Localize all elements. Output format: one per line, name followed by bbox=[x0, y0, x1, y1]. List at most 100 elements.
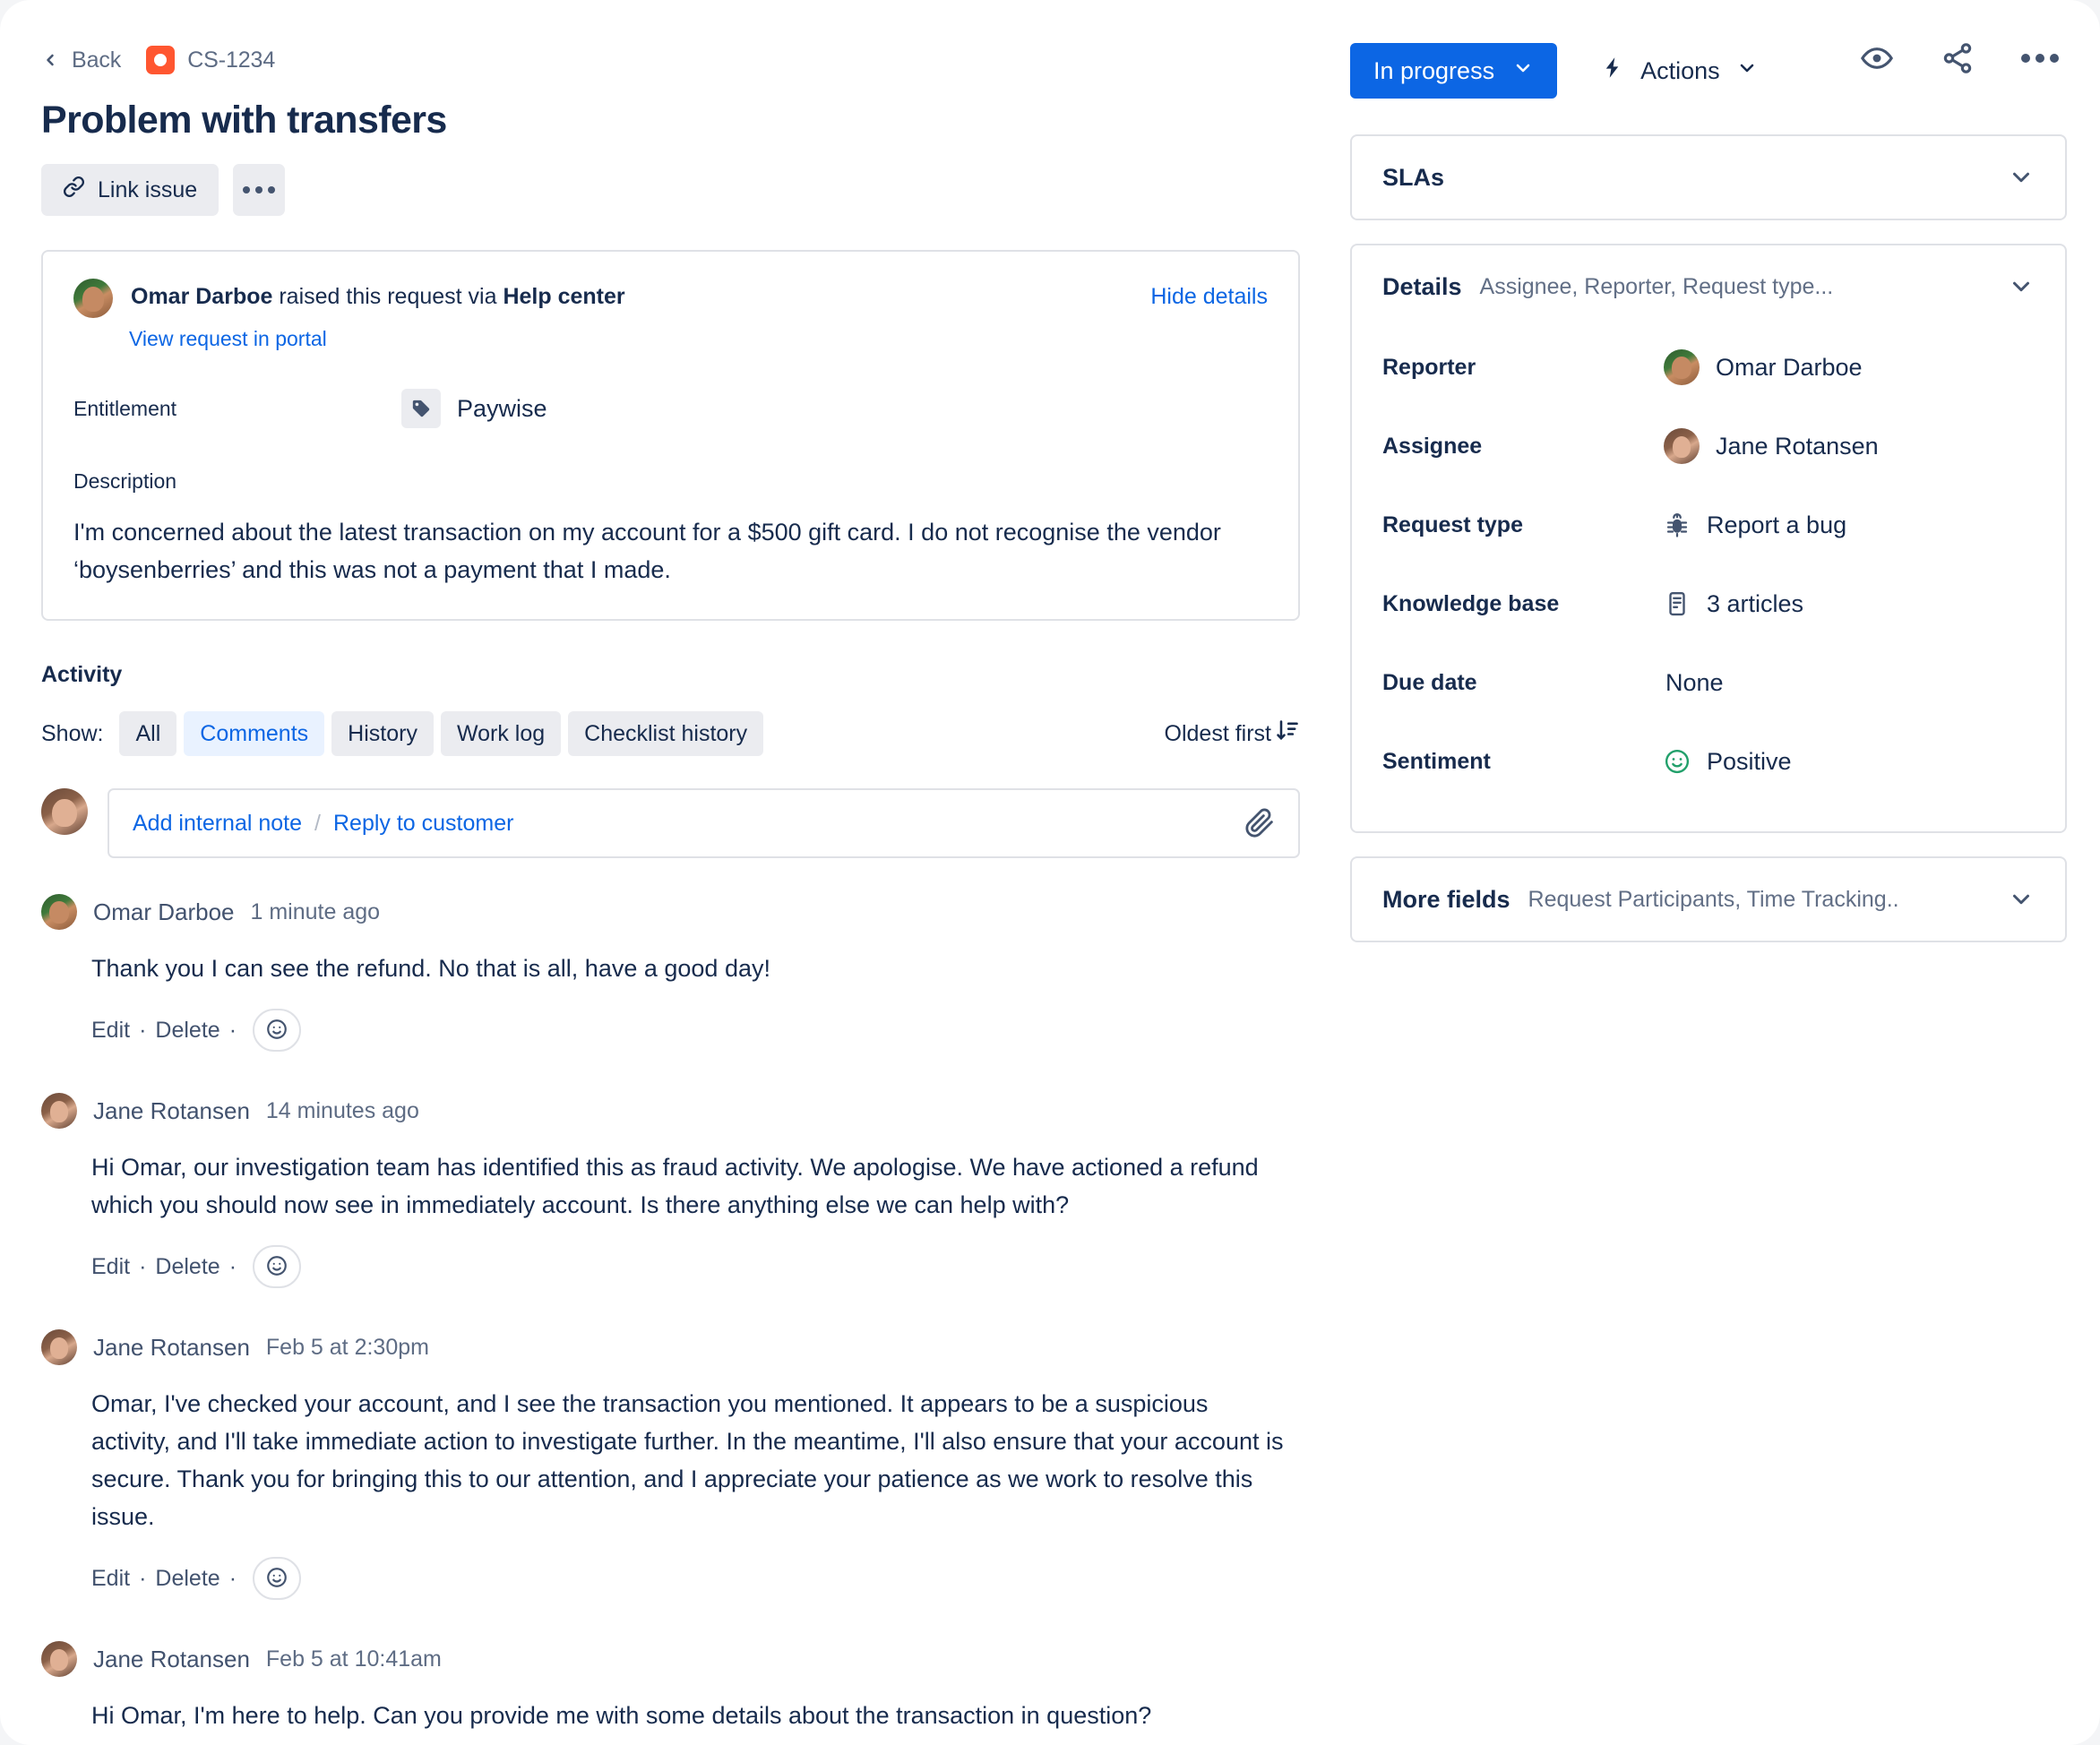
article-icon bbox=[1664, 590, 1691, 617]
chevron-down-icon[interactable] bbox=[2008, 164, 2035, 191]
comment-timestamp: Feb 5 at 2:30pm bbox=[265, 1334, 429, 1360]
knowledge-base-value-group[interactable]: 3 articles bbox=[1664, 590, 1803, 618]
bug-icon bbox=[1664, 511, 1691, 538]
page-title: Problem with transfers bbox=[41, 99, 447, 142]
more-fields-panel-header[interactable]: More fields Request Participants, Time T… bbox=[1352, 858, 2065, 941]
filter-comments[interactable]: Comments bbox=[184, 711, 325, 757]
comment-timestamp: 1 minute ago bbox=[250, 898, 381, 924]
details-panel-header[interactable]: Details Assignee, Reporter, Request type… bbox=[1352, 245, 2065, 328]
sort-order-label: Oldest first bbox=[1164, 720, 1271, 746]
filter-all[interactable]: All bbox=[119, 711, 177, 757]
add-reaction-button[interactable] bbox=[253, 1245, 302, 1289]
details-subtitle: Assignee, Reporter, Request type... bbox=[1479, 273, 1834, 299]
comment-composer-box[interactable]: Add internal note / Reply to customer bbox=[108, 788, 1300, 859]
paperclip-icon[interactable] bbox=[1244, 808, 1275, 838]
issue-toolbar-icons bbox=[1860, 41, 2059, 75]
assignee-value-group[interactable]: Jane Rotansen bbox=[1664, 428, 1879, 464]
edit-comment-link[interactable]: Edit bbox=[91, 1018, 130, 1044]
chevron-down-icon bbox=[1512, 57, 1534, 85]
more-fields-title: More fields bbox=[1382, 885, 1510, 913]
sort-order-button[interactable]: Oldest first bbox=[1165, 718, 1300, 750]
details-panel: Details Assignee, Reporter, Request type… bbox=[1350, 244, 2067, 833]
list-item: Jane Rotansen 14 minutes ago Hi Omar, ou… bbox=[41, 1093, 1300, 1289]
status-button[interactable]: In progress bbox=[1350, 43, 1558, 99]
description-label: Description bbox=[73, 469, 177, 494]
slas-panel: SLAs bbox=[1350, 134, 2067, 220]
sentiment-value: Positive bbox=[1707, 747, 1792, 775]
actions-button[interactable]: Actions bbox=[1588, 43, 1770, 99]
link-issue-button[interactable]: Link issue bbox=[41, 164, 219, 217]
request-type-value-group[interactable]: Report a bug bbox=[1664, 511, 1846, 539]
comment-actions: Edit · Delete · bbox=[91, 1557, 1300, 1601]
reporter-value-group[interactable]: Omar Darboe bbox=[1664, 349, 1863, 385]
add-internal-note-link[interactable]: Add internal note bbox=[133, 811, 302, 837]
chevron-down-icon[interactable] bbox=[2008, 886, 2035, 913]
action-separator: · bbox=[228, 1017, 237, 1043]
details-title: Details bbox=[1382, 272, 1462, 300]
delete-comment-link[interactable]: Delete bbox=[155, 1018, 219, 1044]
chevron-left-icon[interactable] bbox=[41, 51, 59, 69]
share-icon[interactable] bbox=[1941, 41, 1975, 75]
edit-comment-link[interactable]: Edit bbox=[91, 1566, 130, 1592]
avatar bbox=[41, 894, 77, 931]
smiley-icon bbox=[265, 1254, 288, 1280]
comment-timestamp: 14 minutes ago bbox=[265, 1097, 419, 1123]
activity-filter-bar: Show: All Comments History Work log Chec… bbox=[41, 711, 1300, 757]
entitlement-value: Paywise bbox=[457, 394, 547, 422]
back-link[interactable]: Back bbox=[72, 47, 121, 73]
action-separator: · bbox=[139, 1017, 147, 1043]
avatar bbox=[1664, 349, 1700, 385]
action-separator: · bbox=[228, 1565, 237, 1591]
due-date-label: Due date bbox=[1382, 669, 1477, 695]
add-reaction-button[interactable] bbox=[253, 1009, 302, 1053]
list-item: Jane Rotansen Feb 5 at 10:41am Hi Omar, … bbox=[41, 1641, 1300, 1734]
list-item: Omar Darboe 1 minute ago Thank you I can… bbox=[41, 894, 1300, 1053]
comment-composer: Add internal note / Reply to customer bbox=[41, 788, 1300, 859]
avatar bbox=[41, 788, 88, 836]
filter-checklist-history[interactable]: Checklist history bbox=[568, 711, 764, 757]
more-fields-subtitle: Request Participants, Time Tracking.. bbox=[1528, 886, 1899, 912]
chevron-down-icon[interactable] bbox=[2008, 273, 2035, 300]
smiley-icon bbox=[265, 1018, 288, 1044]
avatar bbox=[1664, 428, 1700, 464]
reporter-label: Reporter bbox=[1382, 354, 1476, 380]
slas-title: SLAs bbox=[1382, 163, 1445, 191]
filter-history[interactable]: History bbox=[331, 711, 434, 757]
view-request-in-portal-link[interactable]: View request in portal bbox=[129, 327, 1268, 351]
raised-middle-text: raised this request via bbox=[272, 284, 503, 310]
eye-icon[interactable] bbox=[1860, 41, 1894, 75]
status-label: In progress bbox=[1373, 56, 1495, 84]
edit-comment-link[interactable]: Edit bbox=[91, 1254, 130, 1280]
filter-work-log[interactable]: Work log bbox=[440, 711, 562, 757]
detail-row-knowledge-base: Knowledge base 3 articles bbox=[1382, 564, 2035, 643]
detail-row-request-type: Request type Report a bug bbox=[1382, 486, 2035, 564]
issue-more-actions-button[interactable] bbox=[233, 164, 286, 217]
title-actions: Link issue bbox=[41, 164, 1300, 217]
issue-key[interactable]: CS-1234 bbox=[187, 47, 275, 73]
comment-author[interactable]: Jane Rotansen bbox=[93, 1646, 250, 1673]
slas-panel-header[interactable]: SLAs bbox=[1352, 136, 2065, 219]
comment-author[interactable]: Jane Rotansen bbox=[93, 1097, 250, 1125]
delete-comment-link[interactable]: Delete bbox=[155, 1566, 219, 1592]
action-separator: · bbox=[139, 1565, 147, 1591]
knowledge-base-label: Knowledge base bbox=[1382, 590, 1560, 616]
hide-details-link[interactable]: Hide details bbox=[1150, 279, 1268, 314]
sentiment-value-group: Positive bbox=[1664, 748, 1792, 776]
more-options-icon[interactable] bbox=[2021, 54, 2059, 63]
add-reaction-button[interactable] bbox=[253, 1557, 302, 1601]
avatar bbox=[41, 1093, 77, 1130]
issue-detail-page: Back CS-1234 Problem with transfers Link… bbox=[0, 0, 2100, 1745]
list-item: Jane Rotansen Feb 5 at 2:30pm Omar, I've… bbox=[41, 1329, 1300, 1601]
comment-actions: Edit · Delete · bbox=[91, 1245, 1300, 1289]
due-date-value[interactable]: None bbox=[1664, 669, 1724, 697]
reply-to-customer-link[interactable]: Reply to customer bbox=[333, 811, 513, 837]
delete-comment-link[interactable]: Delete bbox=[155, 1254, 219, 1280]
description-text: I'm concerned about the latest transacti… bbox=[73, 519, 1221, 584]
comment-author[interactable]: Jane Rotansen bbox=[93, 1334, 250, 1362]
comment-author[interactable]: Omar Darboe bbox=[93, 898, 235, 926]
knowledge-base-value: 3 articles bbox=[1707, 589, 1804, 617]
sort-descending-icon bbox=[1275, 718, 1300, 750]
detail-row-sentiment: Sentiment Positive bbox=[1382, 722, 2035, 801]
activity-heading: Activity bbox=[41, 662, 123, 688]
more-fields-panel: More fields Request Participants, Time T… bbox=[1350, 856, 2067, 942]
